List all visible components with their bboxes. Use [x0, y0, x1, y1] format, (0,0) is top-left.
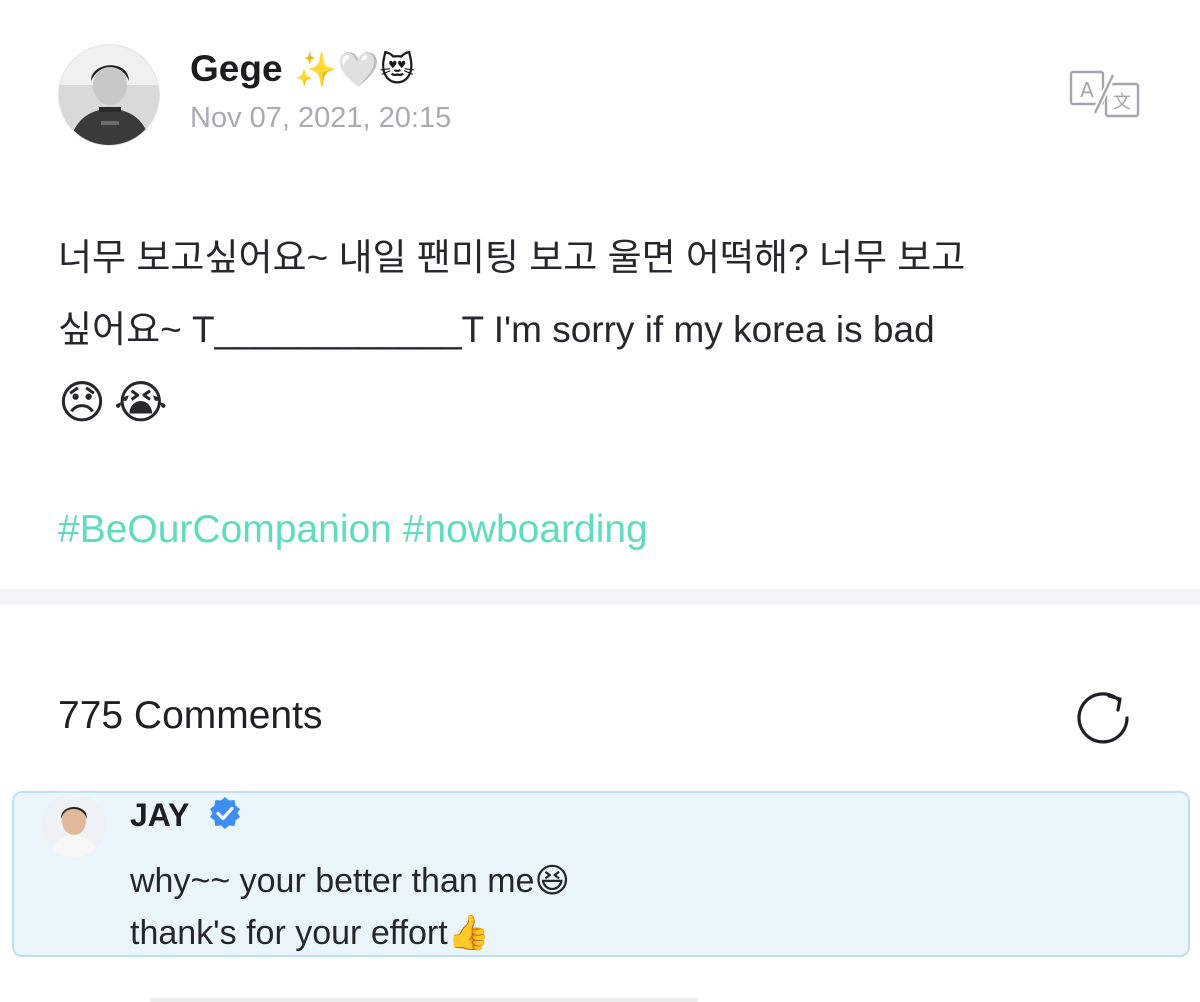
hashtag-beourcompanion[interactable]: #BeOurCompanion — [58, 508, 392, 551]
author-avatar[interactable] — [58, 44, 160, 146]
comment-author-name-text: JAY — [130, 797, 189, 833]
hashtag-nowboarding[interactable]: #nowboarding — [403, 508, 648, 551]
refresh-icon — [1077, 692, 1129, 744]
next-item-edge — [150, 998, 698, 1002]
comment-line-1-emoji: 😆 — [534, 861, 570, 901]
verified-badge-icon — [209, 797, 240, 829]
post-body: 너무 보고싶어요~ 내일 팬미팅 보고 울면 어떡해? 너무 보고 싶어요~ T… — [58, 222, 1158, 438]
comment-line-2: thank's for your effort👍 — [130, 907, 570, 959]
author-name[interactable]: Gege ✨🤍😻 — [190, 48, 415, 90]
translate-icon: A 文 — [1069, 70, 1140, 118]
comment-line-2-text: thank's for your effort — [130, 914, 448, 952]
post-body-line-1: 너무 보고싶어요~ 내일 팬미팅 보고 울면 어떡해? 너무 보고 — [58, 237, 966, 278]
post-body-line-2: 싶어요~ T____________T I'm sorry if my kore… — [58, 309, 935, 350]
author-name-emojis: ✨🤍😻 — [294, 50, 415, 90]
svg-text:A: A — [1080, 78, 1094, 102]
comments-count-title: 775 Comments — [58, 694, 323, 737]
comment-line-1: why~~ your better than me😆 — [130, 855, 570, 907]
comment-line-1-text: why~~ your better than me — [130, 862, 535, 900]
section-divider — [0, 589, 1200, 605]
refresh-button[interactable] — [1075, 690, 1135, 746]
comment-author-name[interactable]: JAY — [130, 796, 242, 834]
author-name-text: Gege — [190, 48, 283, 89]
comment-line-2-emoji: 👍 — [447, 913, 491, 953]
post-body-emojis: 😞😭 — [58, 375, 176, 429]
comment-text: why~~ your better than me😆 thank's for y… — [130, 855, 570, 959]
post-date: Nov 07, 2021, 20:15 — [190, 102, 452, 134]
post-header: Gege ✨🤍😻 Nov 07, 2021, 20:15 A 文 — [58, 44, 1148, 148]
hashtags: #BeOurCompanion #nowboarding — [58, 508, 648, 552]
svg-text:文: 文 — [1113, 92, 1131, 113]
translate-button[interactable]: A 文 — [1068, 68, 1142, 120]
comment-author-avatar[interactable] — [42, 793, 106, 857]
comment-item[interactable]: JAY why~~ your better than me😆 thank's f… — [12, 791, 1190, 957]
